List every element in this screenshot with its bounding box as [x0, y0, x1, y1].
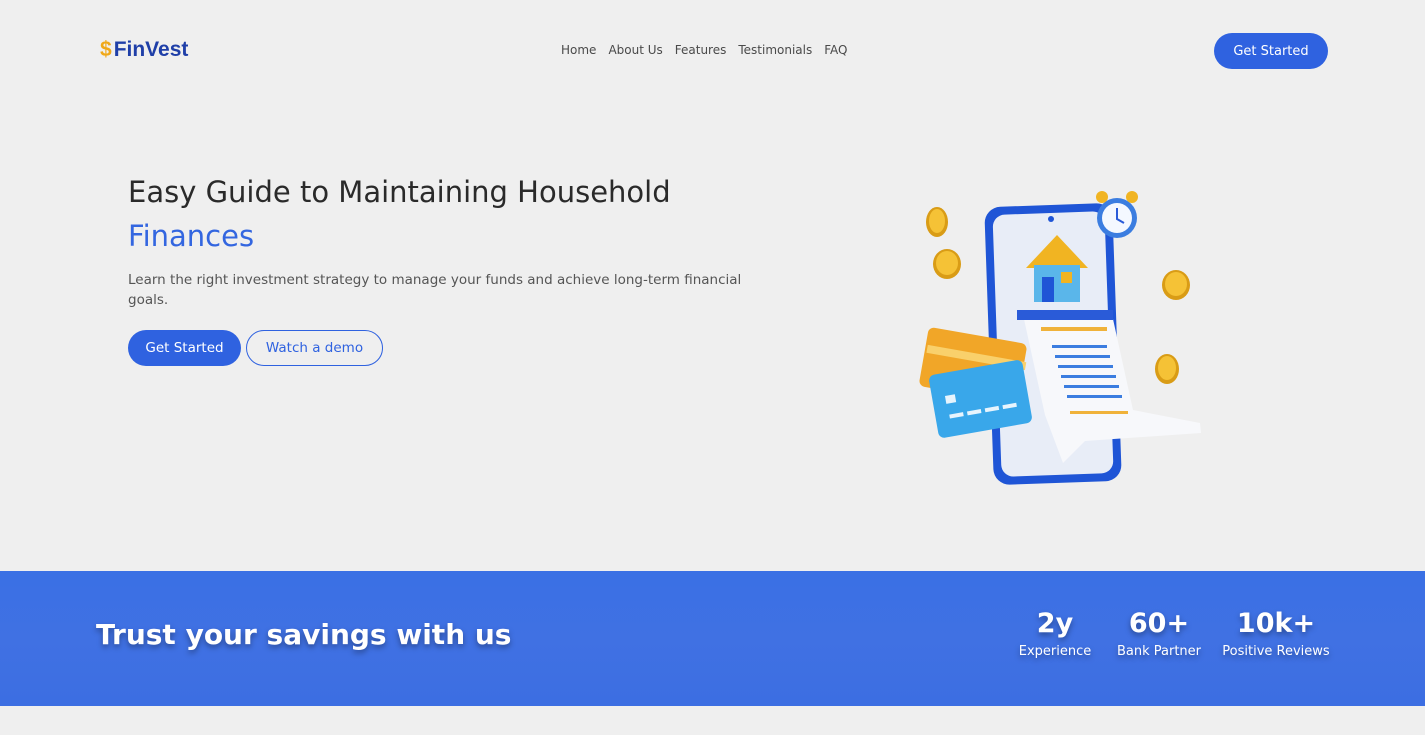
brand-name: FinVest [113, 38, 189, 61]
coin-icon [1155, 354, 1179, 384]
stats-group: 2y Experience 60+ Bank Partner 10k+ Posi… [1010, 605, 1334, 661]
trust-banner: Trust your savings with us 2y Experience… [0, 571, 1425, 706]
coin-icon [1162, 270, 1190, 300]
stat-value: 2y [1036, 608, 1074, 639]
landing-page: $ FinVest Home About Us Features Testimo… [0, 0, 1425, 735]
stat-experience: 2y Experience [1010, 605, 1100, 661]
brand-logo[interactable]: $ FinVest [100, 38, 188, 62]
stat-positive-reviews: 10k+ Positive Reviews [1218, 605, 1334, 661]
alarm-clock-icon [1096, 191, 1138, 238]
hero-get-started-button[interactable]: Get Started [128, 330, 241, 366]
main-nav: Home About Us Features Testimonials FAQ [561, 43, 848, 57]
nav-home[interactable]: Home [561, 43, 596, 57]
nav-testimonials[interactable]: Testimonials [738, 43, 812, 57]
hero-title-line: Easy Guide to Maintaining Household [128, 175, 671, 209]
stat-label: Experience [1018, 644, 1092, 659]
stat-label: Positive Reviews [1222, 644, 1330, 659]
watch-demo-button[interactable]: Watch a demo [246, 330, 383, 366]
banner-title: Trust your savings with us [96, 618, 512, 651]
stat-bank-partner: 60+ Bank Partner [1114, 605, 1204, 661]
coin-icon [926, 207, 948, 237]
coin-icon [933, 249, 961, 279]
nav-faq[interactable]: FAQ [824, 43, 847, 57]
hero-actions: Get Started Watch a demo [128, 330, 383, 366]
nav-get-started-button[interactable]: Get Started [1214, 33, 1328, 69]
nav-about-us[interactable]: About Us [608, 43, 662, 57]
hero-title: Easy Guide to Maintaining Household Fina… [128, 170, 768, 258]
stat-label: Bank Partner [1116, 644, 1202, 659]
stat-value: 60+ [1128, 608, 1190, 639]
stat-value: 10k+ [1236, 608, 1316, 639]
nav-features[interactable]: Features [675, 43, 727, 57]
hero-subtitle: Learn the right investment strategy to m… [128, 272, 742, 308]
phone-receipt-house-illustration [905, 175, 1210, 494]
hero-title-accent: Finances [128, 219, 255, 253]
dollar-icon: $ [100, 38, 112, 61]
